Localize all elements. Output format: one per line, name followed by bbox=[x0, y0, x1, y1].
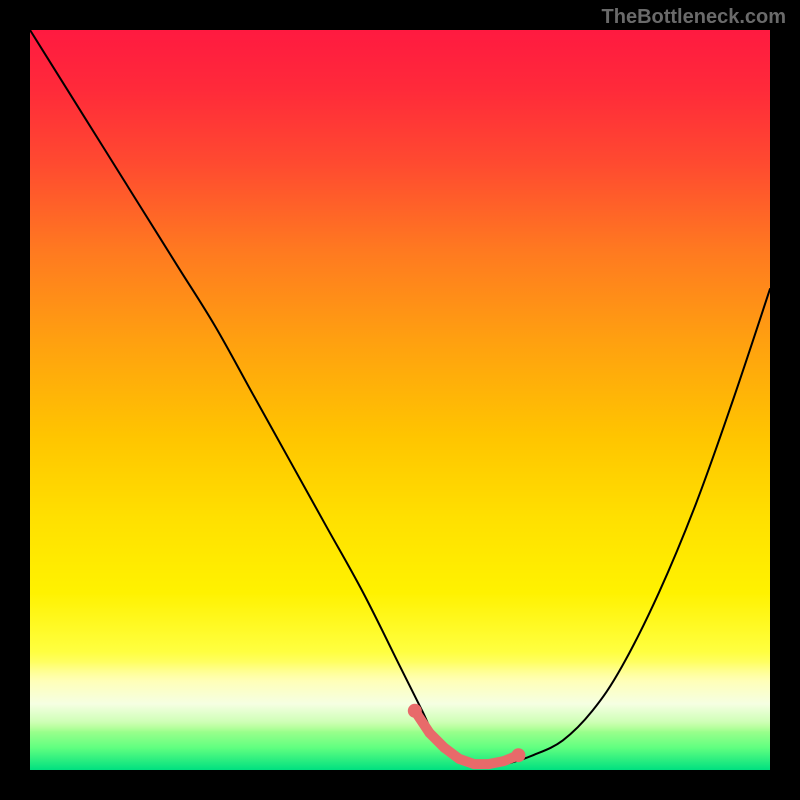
watermark-text: TheBottleneck.com bbox=[602, 6, 786, 29]
chart-plot-area bbox=[30, 30, 770, 770]
highlight-point bbox=[439, 743, 449, 753]
highlight-point bbox=[408, 704, 422, 718]
highlight-point bbox=[511, 748, 525, 762]
highlight-point bbox=[454, 754, 464, 764]
highlight-point bbox=[484, 759, 494, 769]
chart-svg bbox=[30, 30, 770, 770]
bottleneck-curve bbox=[30, 30, 770, 767]
highlight-point bbox=[425, 728, 435, 738]
highlight-point bbox=[469, 759, 479, 769]
highlight-markers bbox=[408, 704, 526, 769]
highlight-point bbox=[499, 756, 509, 766]
